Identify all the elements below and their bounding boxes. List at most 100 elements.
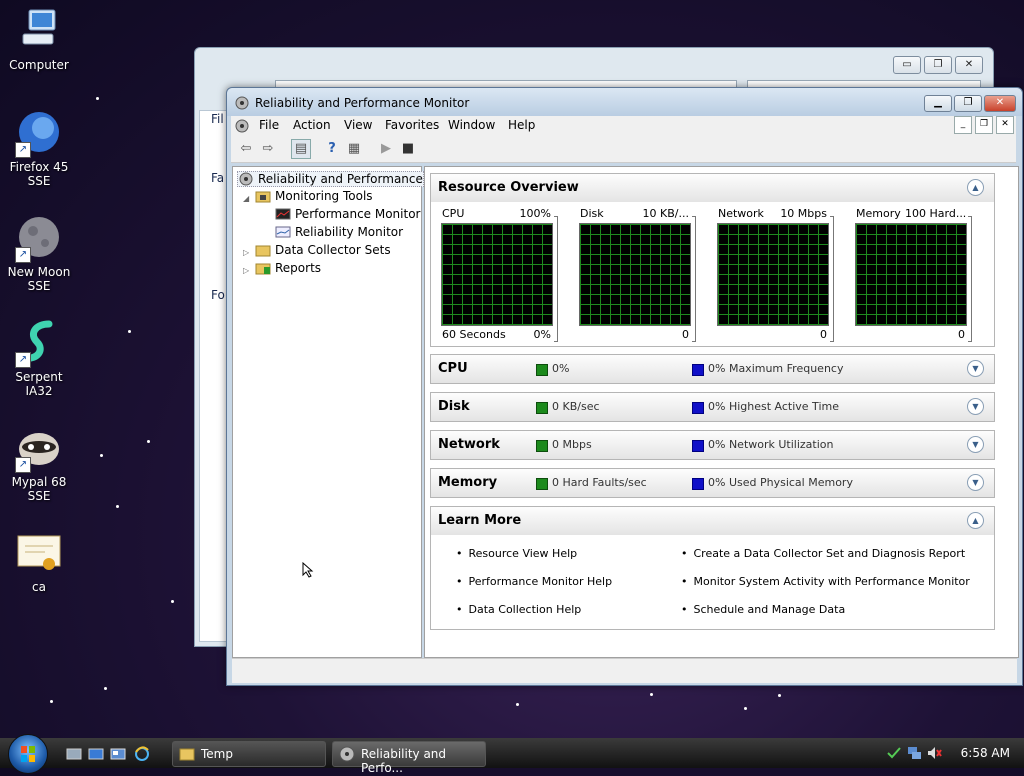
menu-window[interactable]: Window <box>448 118 495 132</box>
tree-item-performance-monitor[interactable]: Performance Monitor <box>275 207 420 221</box>
green-legend-square <box>536 402 548 414</box>
tree-label: Monitoring Tools <box>275 189 373 203</box>
clock[interactable]: 6:58 AM <box>961 746 1010 760</box>
menu-file[interactable]: File <box>259 118 279 132</box>
graph-min: 0% <box>533 328 551 341</box>
show-desktop-icon[interactable] <box>66 746 82 762</box>
serpent-icon: ↗ <box>15 318 63 368</box>
mdi-close-button[interactable]: ✕ <box>996 116 1014 134</box>
minimize-button[interactable]: ▭ <box>893 56 921 74</box>
blue-legend-square <box>692 440 704 452</box>
close-button[interactable]: ✕ <box>955 56 983 74</box>
reliability-performance-window[interactable]: Reliability and Performance Monitor ▁ ❐ … <box>226 87 1023 686</box>
tree-item-reliability-monitor[interactable]: Reliability Monitor <box>275 225 403 239</box>
memory-graph <box>855 223 967 326</box>
chevron-up-icon[interactable]: ▲ <box>967 179 984 196</box>
desktop-icon-mypal[interactable]: ↗ Mypal 68 SSE <box>0 423 78 503</box>
graph-min: 0 <box>682 328 689 341</box>
resource-overview-header[interactable]: Resource Overview ▲ <box>430 173 995 203</box>
network-graph <box>717 223 829 326</box>
chevron-down-icon[interactable]: ▼ <box>967 360 984 377</box>
folders-fragment: Fo <box>211 288 225 302</box>
disk-io-value: 0 KB/sec <box>552 400 600 413</box>
taskbar-button-label: Reliability and Perfo... <box>361 747 447 775</box>
menu-favorites[interactable]: Favorites <box>385 118 439 132</box>
desktop-icon-serpent[interactable]: ↗ Serpent IA32 <box>0 318 78 398</box>
maximize-button[interactable]: ❐ <box>924 56 952 74</box>
menu-view[interactable]: View <box>344 118 372 132</box>
safely-remove-hardware-icon[interactable] <box>886 745 902 761</box>
back-icon[interactable]: ⇦ <box>237 140 255 158</box>
section-title: Memory <box>438 475 498 490</box>
switch-windows-icon[interactable] <box>88 746 104 762</box>
star <box>116 505 119 508</box>
collapse-arrow-icon[interactable]: ◢ <box>243 194 249 203</box>
memory-section-header[interactable]: Memory 0 Hard Faults/sec 0% Used Physica… <box>430 468 995 498</box>
cpu-frequency-value: 0% Maximum Frequency <box>708 362 844 375</box>
minimize-button[interactable]: ▁ <box>924 95 952 112</box>
taskbar-button-temp[interactable]: Temp <box>172 741 326 767</box>
chevron-down-icon[interactable]: ▼ <box>967 436 984 453</box>
network-icon[interactable] <box>906 745 922 761</box>
link-create-data-collector-set[interactable]: Create a Data Collector Set and Diagnosi… <box>681 547 966 560</box>
stop-icon[interactable]: ■ <box>399 140 417 158</box>
restore-button[interactable]: ❐ <box>954 95 982 112</box>
graph-max: 100 Hard... <box>905 207 967 220</box>
network-graph-panel: Network 10 Mbps 0 <box>717 206 841 346</box>
tree-item-reliability-performance[interactable]: Reliability and Performance <box>237 171 424 187</box>
graph-name: Network <box>718 207 764 220</box>
cpu-section-header[interactable]: CPU 0% 0% Maximum Frequency ▼ <box>430 354 995 384</box>
tree-item-reports[interactable]: Reports <box>255 261 321 275</box>
learn-more-header[interactable]: Learn More ▲ <box>430 506 995 536</box>
desktop-icon-ca[interactable]: ca <box>0 528 78 594</box>
green-legend-square <box>536 364 548 376</box>
desktop-icon-firefox[interactable]: ↗ Firefox 45 SSE <box>0 108 78 188</box>
disk-section-header[interactable]: Disk 0 KB/sec 0% Highest Active Time ▼ <box>430 392 995 422</box>
folder-icon <box>255 245 271 257</box>
play-icon[interactable]: ▶ <box>377 140 395 158</box>
chevron-down-icon[interactable]: ▼ <box>967 398 984 415</box>
close-button[interactable]: ✕ <box>984 95 1016 112</box>
desktop-icon-computer[interactable]: Computer <box>0 6 78 72</box>
mdi-restore-button[interactable]: ❐ <box>975 116 993 134</box>
link-performance-monitor-help[interactable]: Performance Monitor Help <box>456 575 613 588</box>
taskbar-button-reliability[interactable]: Reliability and Perfo... <box>332 741 486 775</box>
link-monitor-system-activity[interactable]: Monitor System Activity with Performance… <box>681 575 970 588</box>
star <box>50 700 53 703</box>
show-hide-tree-icon[interactable]: ▤ <box>291 139 311 159</box>
desktop-icon-newmoon[interactable]: ↗ New Moon SSE <box>0 213 78 293</box>
star <box>96 97 99 100</box>
help-icon[interactable]: ? <box>323 140 341 158</box>
menu-action[interactable]: Action <box>293 118 331 132</box>
volume-muted-icon[interactable] <box>926 745 942 761</box>
link-data-collection-help[interactable]: Data Collection Help <box>456 603 582 616</box>
menu-help[interactable]: Help <box>508 118 535 132</box>
green-legend-square <box>536 440 548 452</box>
link-schedule-manage-data[interactable]: Schedule and Manage Data <box>681 603 846 616</box>
forward-icon[interactable]: ⇨ <box>259 140 277 158</box>
desktop-icon-label: Firefox 45 SSE <box>9 160 69 188</box>
tree-item-data-collector-sets[interactable]: Data Collector Sets <box>255 243 391 257</box>
mdi-minimize-button[interactable]: _ <box>954 116 972 134</box>
green-legend-square <box>536 478 548 490</box>
expand-arrow-icon[interactable]: ▷ <box>243 248 249 257</box>
start-button[interactable] <box>8 734 48 774</box>
network-utilization-value: 0% Network Utilization <box>708 438 834 451</box>
chevron-up-icon[interactable]: ▲ <box>967 512 984 529</box>
title-bar[interactable]: Reliability and Performance Monitor ▁ ❐ … <box>227 88 1022 116</box>
favorites-fragment: Fa <box>211 171 225 185</box>
star <box>778 694 781 697</box>
graph-max: 100% <box>519 207 551 220</box>
internet-explorer-icon[interactable] <box>134 746 150 762</box>
cpu-graph <box>441 223 553 326</box>
chevron-down-icon[interactable]: ▼ <box>967 474 984 491</box>
explorer-icon[interactable] <box>110 746 126 762</box>
section-title: Network <box>438 437 500 452</box>
properties-icon[interactable]: ▦ <box>345 140 363 158</box>
tree-item-monitoring-tools[interactable]: Monitoring Tools <box>255 189 373 203</box>
link-resource-view-help[interactable]: Resource View Help <box>456 547 578 560</box>
expand-arrow-icon[interactable]: ▷ <box>243 266 249 275</box>
star <box>744 707 747 710</box>
network-section-header[interactable]: Network 0 Mbps 0% Network Utilization ▼ <box>430 430 995 460</box>
graph-max: 10 Mbps <box>780 207 827 220</box>
